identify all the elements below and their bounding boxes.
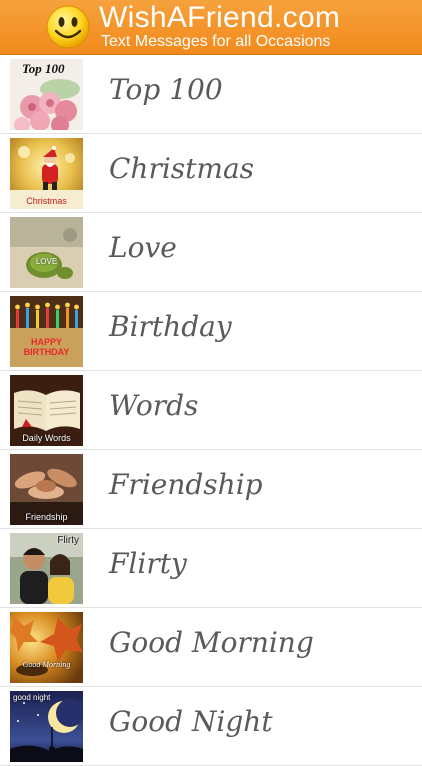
category-row-good-night[interactable]: good night Good Night xyxy=(0,687,422,766)
open-book-icon: Daily Words xyxy=(10,375,83,446)
category-list: Top 100 Top 100 Christmas Christmas LOVE… xyxy=(0,55,422,766)
category-row-friendship[interactable]: Friendship Friendship xyxy=(0,450,422,529)
santa-claus-icon: Christmas xyxy=(10,138,83,209)
thumb-caption: Daily Words xyxy=(22,433,71,443)
smiley-face-icon xyxy=(46,5,90,49)
thumb-caption: Flirty xyxy=(57,535,79,546)
thumb-caption: LOVE xyxy=(35,257,58,266)
thumb-caption: Christmas xyxy=(26,196,67,206)
thumb-caption: Friendship xyxy=(25,512,68,522)
joined-hands-icon: Friendship xyxy=(10,454,83,525)
category-label: Good Night xyxy=(109,705,273,738)
category-label: Good Morning xyxy=(109,626,314,659)
category-label: Love xyxy=(109,231,177,264)
moon-night-icon: good night xyxy=(10,691,83,762)
brand-subtitle: Text Messages for all Occasions xyxy=(101,33,331,50)
category-label: Top 100 xyxy=(109,73,223,106)
autumn-leaves-icon: Good Morning xyxy=(10,612,83,683)
category-row-words[interactable]: Daily Words Words xyxy=(0,371,422,450)
app-header: WishAFriend.com Text Messages for all Oc… xyxy=(0,0,422,55)
brand-title: WishAFriend.com xyxy=(99,1,341,34)
thumb-caption: HAPPY BIRTHDAY xyxy=(23,337,70,357)
category-label: Christmas xyxy=(109,152,255,185)
love-leaf-icon: LOVE xyxy=(10,217,83,288)
category-label: Flirty xyxy=(109,547,187,580)
category-row-top-100[interactable]: Top 100 Top 100 xyxy=(0,55,422,134)
thumb-caption: Top 100 xyxy=(22,61,65,76)
birthday-cake-icon: HAPPY BIRTHDAY xyxy=(10,296,83,367)
category-row-birthday[interactable]: HAPPY BIRTHDAY Birthday xyxy=(0,292,422,371)
pink-roses-icon: Top 100 xyxy=(10,59,83,130)
couple-icon: Flirty xyxy=(10,533,83,604)
category-row-good-morning[interactable]: Good Morning Good Morning xyxy=(0,608,422,687)
category-row-love[interactable]: LOVE Love xyxy=(0,213,422,292)
category-label: Friendship xyxy=(109,468,263,501)
thumb-caption: Good Morning xyxy=(22,660,71,669)
category-row-flirty[interactable]: Flirty Flirty xyxy=(0,529,422,608)
category-label: Words xyxy=(109,389,199,422)
category-label: Birthday xyxy=(109,310,232,343)
category-row-christmas[interactable]: Christmas Christmas xyxy=(0,134,422,213)
thumb-caption: good night xyxy=(13,693,51,702)
